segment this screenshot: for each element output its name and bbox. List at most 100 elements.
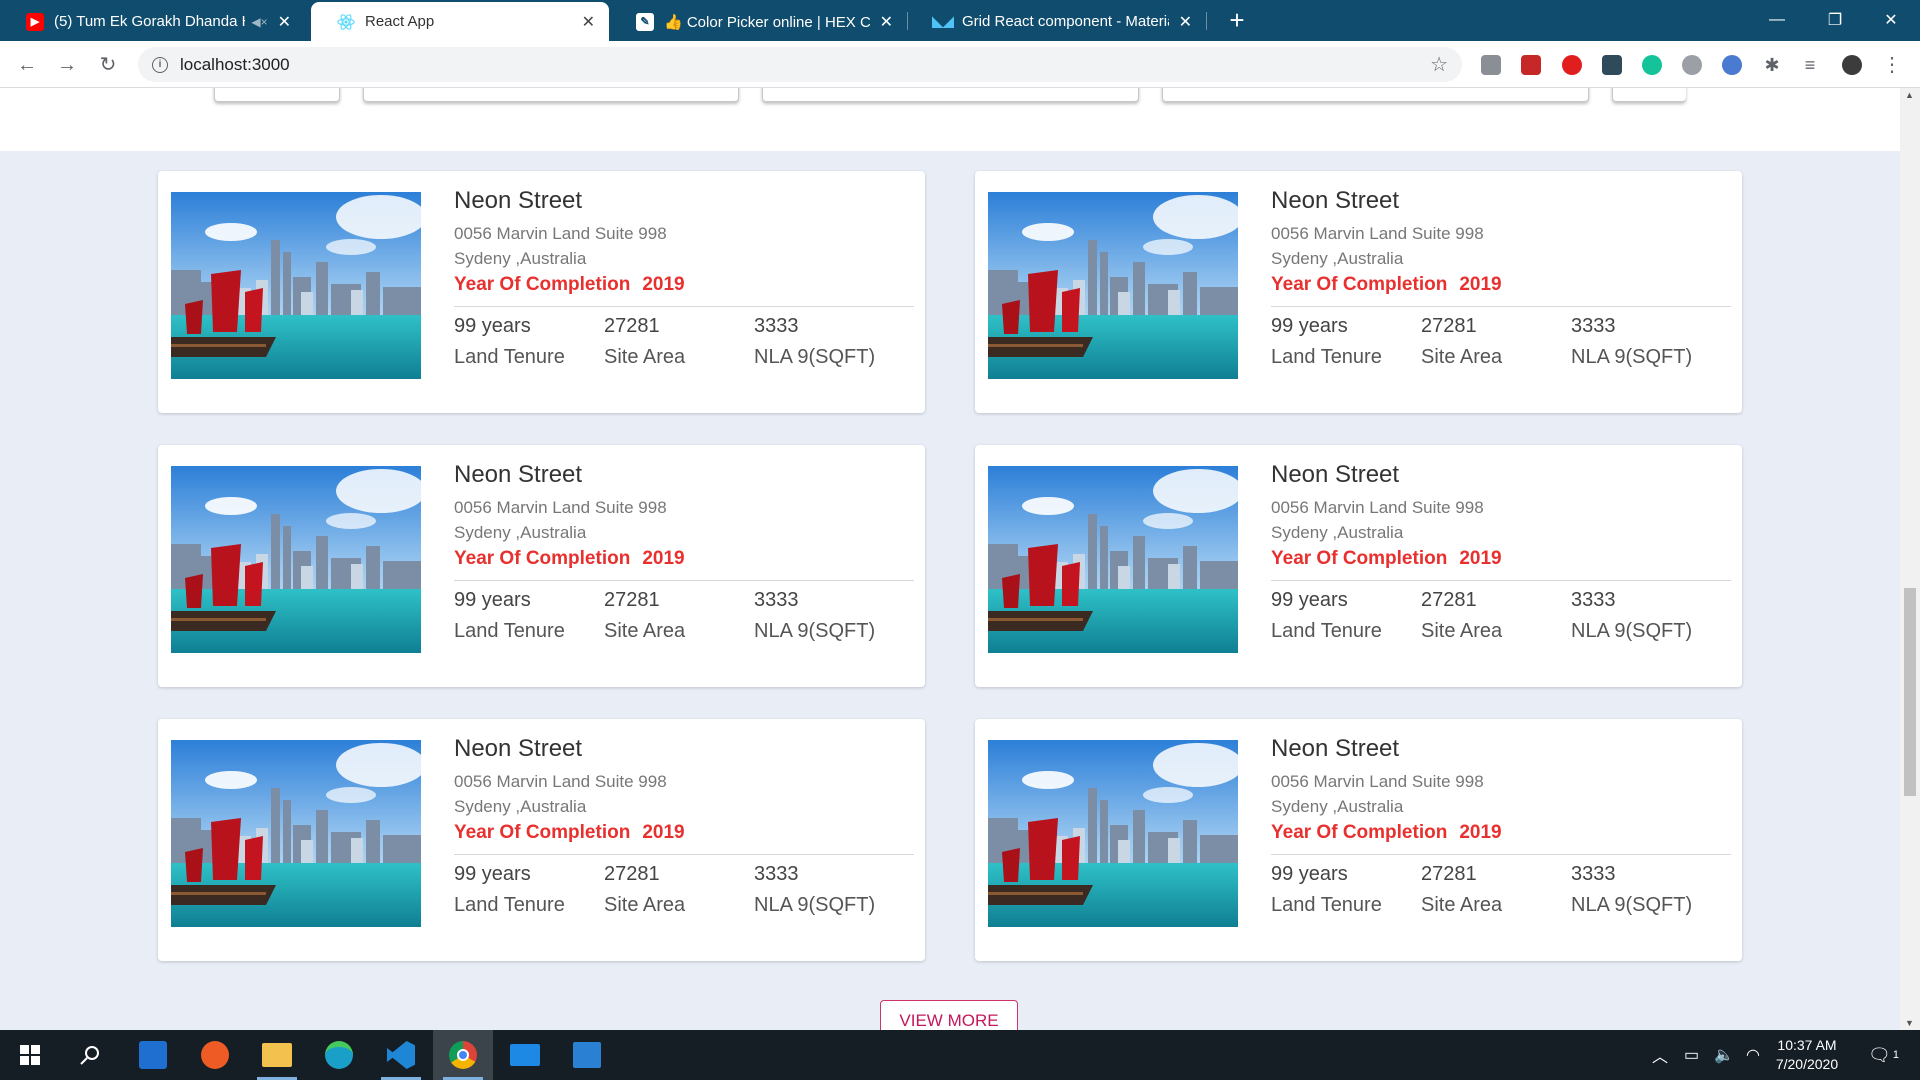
property-card[interactable]: Neon Street 0056 Marvin Land Suite 998 Syd… (975, 719, 1742, 961)
property-card[interactable]: Neon Street 0056 Marvin Land Suite 998 Syd… (975, 171, 1742, 413)
browser-tab-strip: ▶ (5) Tum Ek Gorakh Dhanda H ◀× ✕ React … (0, 0, 1920, 41)
close-tab-icon[interactable]: ✕ (1179, 12, 1192, 32)
stat-value: 27281 (604, 589, 660, 611)
mail-icon[interactable] (495, 1030, 555, 1080)
file-explorer-icon[interactable] (247, 1030, 307, 1080)
property-address-line1: 0056 Marvin Land Suite 998 (454, 772, 667, 791)
bookmark-star-icon[interactable]: ☆ (1430, 52, 1448, 77)
show-hidden-icons-icon[interactable]: ︿ (1652, 1030, 1668, 1080)
property-name[interactable]: Neon Street (454, 187, 582, 215)
property-photo[interactable] (988, 466, 1238, 653)
property-name[interactable]: Neon Street (1271, 461, 1399, 489)
battery-icon[interactable]: ▭ (1684, 1030, 1699, 1080)
tab-material-ui[interactable]: ◣◢ Grid React component - Material ✕ (908, 2, 1206, 41)
photos-icon[interactable] (557, 1030, 617, 1080)
volume-icon[interactable]: 🔈 (1714, 1030, 1734, 1080)
forward-icon[interactable]: → (53, 51, 81, 79)
property-name[interactable]: Neon Street (1271, 187, 1399, 215)
property-name[interactable]: Neon Street (1271, 735, 1399, 763)
property-grid: Neon Street 0056 Marvin Land Suite 998 Syd… (0, 151, 1900, 1030)
property-stat: 27281 Site Area (1421, 589, 1502, 643)
completion-year: 2019 (1459, 548, 1502, 569)
filter-button[interactable] (1612, 88, 1686, 102)
color-picker-icon: ✎ (636, 12, 654, 31)
chrome-menu-icon[interactable]: ⋮ (1882, 55, 1902, 75)
property-stat: 27281 Site Area (604, 315, 685, 369)
property-photo[interactable] (171, 466, 421, 653)
completion-year: 2019 (642, 274, 685, 295)
back-icon[interactable]: ← (13, 51, 41, 79)
chrome-icon[interactable] (433, 1030, 493, 1080)
scroll-down-icon[interactable]: ▼ (1905, 1018, 1914, 1028)
stat-value: 27281 (604, 863, 660, 885)
property-photo[interactable] (171, 192, 421, 379)
restore-button[interactable]: ❐ (1806, 0, 1864, 40)
stat-value: 27281 (1421, 863, 1477, 885)
extension-icon[interactable] (1682, 55, 1702, 75)
media-control-icon[interactable]: ≡ (1800, 55, 1820, 75)
close-tab-icon[interactable]: ✕ (278, 12, 291, 32)
scroll-up-icon[interactable]: ▲ (1905, 90, 1914, 100)
property-address-line2: Sydeny ,Australia (1271, 523, 1404, 542)
search-icon[interactable] (60, 1030, 120, 1080)
close-window-button[interactable]: ✕ (1862, 0, 1920, 40)
property-name[interactable]: Neon Street (454, 461, 582, 489)
minimize-button[interactable]: — (1748, 0, 1806, 40)
property-photo[interactable] (171, 740, 421, 927)
property-card[interactable]: Neon Street 0056 Marvin Land Suite 998 Syd… (158, 171, 925, 413)
tab-color-picker[interactable]: ✎ 👍 Color Picker online | HEX Colo ✕ (610, 2, 907, 41)
completion-label: Year Of Completion (454, 822, 631, 843)
vscode-icon[interactable] (371, 1030, 431, 1080)
property-card[interactable]: Neon Street 0056 Marvin Land Suite 998 Syd… (975, 445, 1742, 687)
card-divider (1271, 854, 1731, 855)
property-photo[interactable] (988, 740, 1238, 927)
close-tab-icon[interactable]: ✕ (582, 12, 595, 32)
site-info-icon[interactable]: i (152, 56, 168, 73)
postman-icon[interactable] (185, 1030, 245, 1080)
stat-label: Land Tenure (1271, 620, 1382, 642)
profile-avatar-icon[interactable] (1842, 55, 1862, 75)
reload-icon[interactable]: ↻ (94, 51, 122, 79)
stat-value: 27281 (1421, 589, 1477, 611)
stat-value: 3333 (1571, 589, 1616, 611)
extension-icon[interactable] (1602, 55, 1622, 75)
edge-icon[interactable] (309, 1030, 369, 1080)
url-text[interactable]: localhost:3000 (180, 55, 290, 75)
filter-button[interactable] (214, 88, 340, 102)
property-card[interactable]: Neon Street 0056 Marvin Land Suite 998 Syd… (158, 445, 925, 687)
address-bar[interactable]: i localhost:3000 ☆ (138, 47, 1462, 82)
system-clock[interactable]: 10:37 AM 7/20/2020 (1762, 1036, 1852, 1074)
react-icon (337, 13, 355, 31)
property-stat: 99 years Land Tenure (1271, 315, 1382, 369)
extension-icon[interactable] (1521, 55, 1541, 75)
notification-center-icon[interactable]: 🗨 1 (1868, 1030, 1899, 1080)
stat-value: 99 years (454, 315, 531, 337)
close-tab-icon[interactable]: ✕ (880, 12, 893, 32)
opera-vpn-icon[interactable] (1562, 55, 1582, 75)
wifi-icon[interactable]: ◠ (1746, 1030, 1760, 1080)
property-card[interactable]: Neon Street 0056 Marvin Land Suite 998 Syd… (158, 719, 925, 961)
card-divider (1271, 580, 1731, 581)
filter-button[interactable] (762, 88, 1139, 102)
completion-year: 2019 (1459, 822, 1502, 843)
filter-button[interactable] (1162, 88, 1589, 102)
property-name[interactable]: Neon Street (454, 735, 582, 763)
filter-button[interactable] (363, 88, 739, 102)
tab-react-app[interactable]: React App ✕ (311, 2, 609, 41)
stat-label: NLA 9(SQFT) (1571, 346, 1693, 368)
page-scrollbar[interactable]: ▲ ▼ (1900, 88, 1920, 1030)
tab-youtube[interactable]: ▶ (5) Tum Ek Gorakh Dhanda H ◀× ✕ (0, 2, 305, 41)
speaker-muted-icon[interactable]: ◀× (251, 15, 267, 29)
property-photo[interactable] (988, 192, 1238, 379)
extension-icon[interactable] (1481, 55, 1501, 75)
new-tab-button[interactable]: + (1222, 6, 1252, 36)
puzzle-extensions-icon[interactable]: ✱ (1762, 55, 1782, 75)
scrollbar-thumb[interactable] (1904, 588, 1916, 796)
property-stat: 3333 NLA 9(SQFT) (1571, 315, 1692, 369)
grammarly-icon[interactable] (1642, 55, 1662, 75)
stat-label: Site Area (1421, 620, 1503, 642)
stat-label: NLA 9(SQFT) (754, 894, 876, 916)
trello-icon[interactable] (123, 1030, 183, 1080)
start-icon[interactable] (0, 1030, 60, 1080)
extension-icon[interactable] (1722, 55, 1742, 75)
